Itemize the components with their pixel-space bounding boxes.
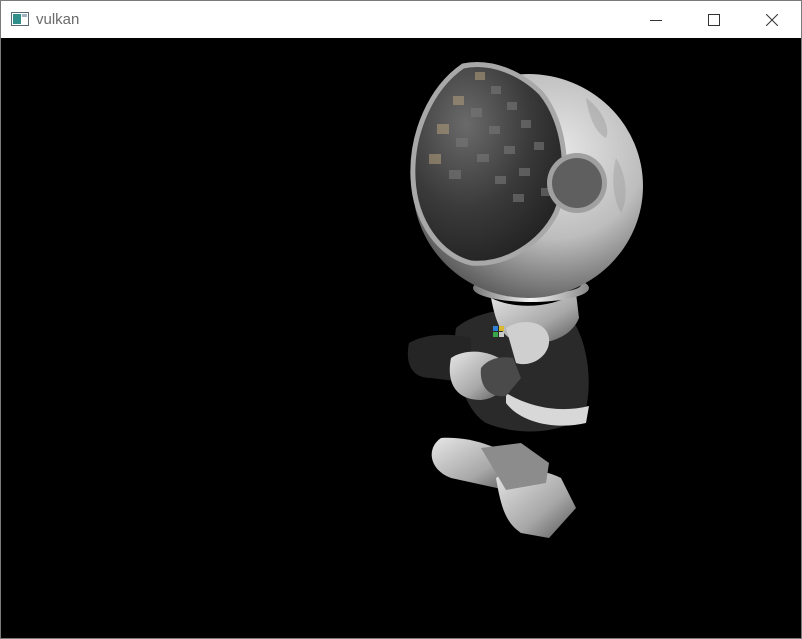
window-title: vulkan xyxy=(36,11,80,28)
minimize-button[interactable] xyxy=(627,1,685,38)
maximize-button[interactable] xyxy=(685,1,743,38)
close-icon xyxy=(766,13,778,26)
title-bar[interactable]: vulkan xyxy=(1,1,801,38)
close-button[interactable] xyxy=(743,1,801,38)
render-viewport[interactable] xyxy=(1,38,801,638)
astronaut-model xyxy=(407,62,643,538)
app-window-icon xyxy=(11,12,29,26)
application-window: vulkan xyxy=(0,0,802,639)
maximize-icon xyxy=(708,13,720,26)
minimize-icon xyxy=(650,19,662,21)
